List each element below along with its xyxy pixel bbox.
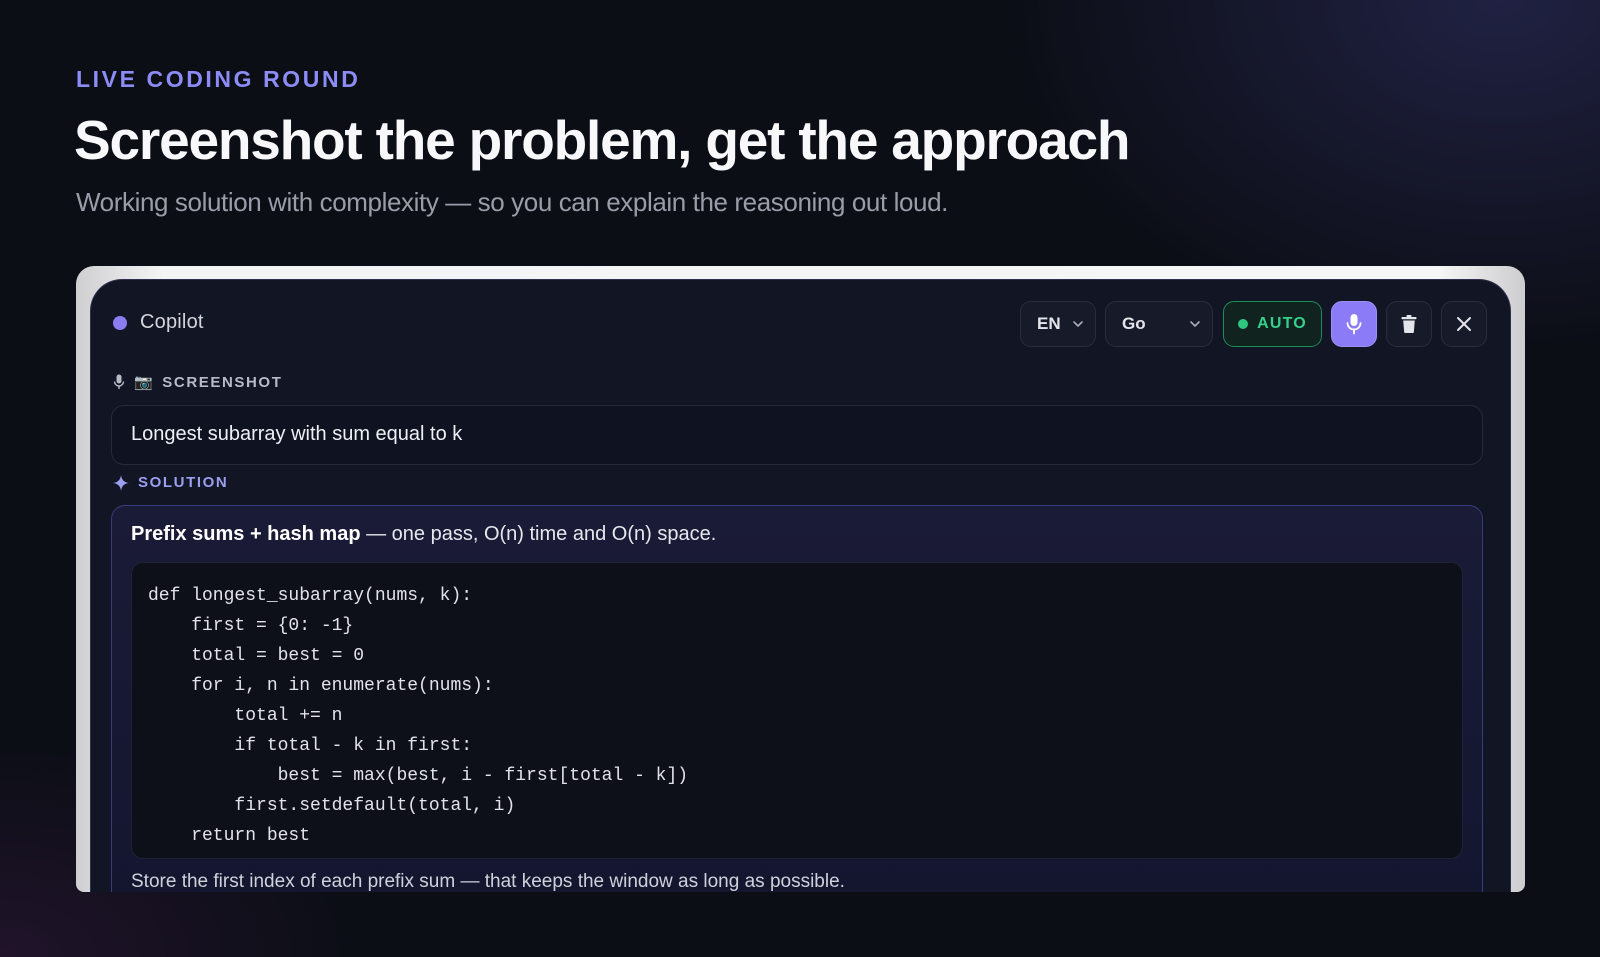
code-line: if total - k in first:: [148, 736, 473, 756]
status-dot: [113, 316, 127, 330]
microphone-icon: [113, 374, 125, 390]
code-line: total = best = 0: [148, 646, 365, 666]
screenshot-text-field[interactable]: Longest subarray with sum equal to k: [111, 405, 1483, 465]
clear-button[interactable]: [1386, 301, 1432, 347]
code-line: for i, n in enumerate(nums):: [148, 676, 494, 696]
solution-card: Prefix sums + hash map — one pass, O(n) …: [111, 505, 1483, 892]
code-language-select[interactable]: Go: [1105, 301, 1213, 347]
screenshot-label-text: SCREENSHOT: [162, 373, 283, 391]
language-select[interactable]: EN: [1020, 301, 1096, 347]
copilot-panel: Copilot EN Go AUTO 📷 SCREENSHOT Longest …: [90, 279, 1511, 892]
page-title: Screenshot the problem, get the approach: [74, 109, 1130, 171]
camera-icon: 📷: [134, 374, 155, 391]
code-line: best = max(best, i - first[total - k]): [148, 766, 689, 786]
toolbar: Copilot EN Go AUTO: [91, 280, 1510, 370]
code-line: first = {0: -1}: [148, 616, 354, 636]
solution-note: Store the first index of each prefix sum…: [131, 871, 845, 892]
trash-icon: [1401, 315, 1417, 333]
chevron-down-icon: [1073, 321, 1083, 327]
code-block: def longest_subarray(nums, k): first = {…: [131, 562, 1463, 859]
screenshot-text: Longest subarray with sum equal to k: [131, 423, 463, 445]
code-language-value: Go: [1122, 314, 1146, 333]
auto-status-dot: [1238, 319, 1249, 329]
app-title: Copilot: [140, 311, 204, 333]
code-line: return best: [148, 826, 311, 846]
solution-label-text: SOLUTION: [138, 474, 229, 491]
eyebrow: LIVE CODING ROUND: [76, 66, 361, 92]
code-line: def longest_subarray(nums, k):: [148, 586, 473, 606]
chevron-down-icon: [1190, 321, 1200, 327]
solution-section-label: SOLUTION: [113, 474, 228, 491]
close-button[interactable]: [1441, 301, 1487, 347]
auto-label: AUTO: [1257, 315, 1307, 332]
app-window-frame: Copilot EN Go AUTO 📷 SCREENSHOT Longest …: [76, 266, 1525, 892]
code-line: first.setdefault(total, i): [148, 796, 516, 816]
subtitle: Working solution with complexity — so yo…: [76, 187, 948, 217]
screenshot-section-label: 📷 SCREENSHOT: [113, 373, 282, 391]
solution-approach: Prefix sums + hash map: [131, 523, 361, 545]
solution-summary: Prefix sums + hash map — one pass, O(n) …: [131, 523, 716, 546]
microphone-icon: [1346, 314, 1362, 335]
close-icon: [1457, 317, 1471, 331]
mic-button[interactable]: [1331, 301, 1377, 347]
sparkle-icon: [113, 474, 129, 491]
solution-complexity: — one pass, O(n) time and O(n) space.: [360, 523, 717, 545]
language-value: EN: [1037, 314, 1061, 333]
code-line: total += n: [148, 706, 343, 726]
auto-toggle[interactable]: AUTO: [1223, 301, 1322, 347]
